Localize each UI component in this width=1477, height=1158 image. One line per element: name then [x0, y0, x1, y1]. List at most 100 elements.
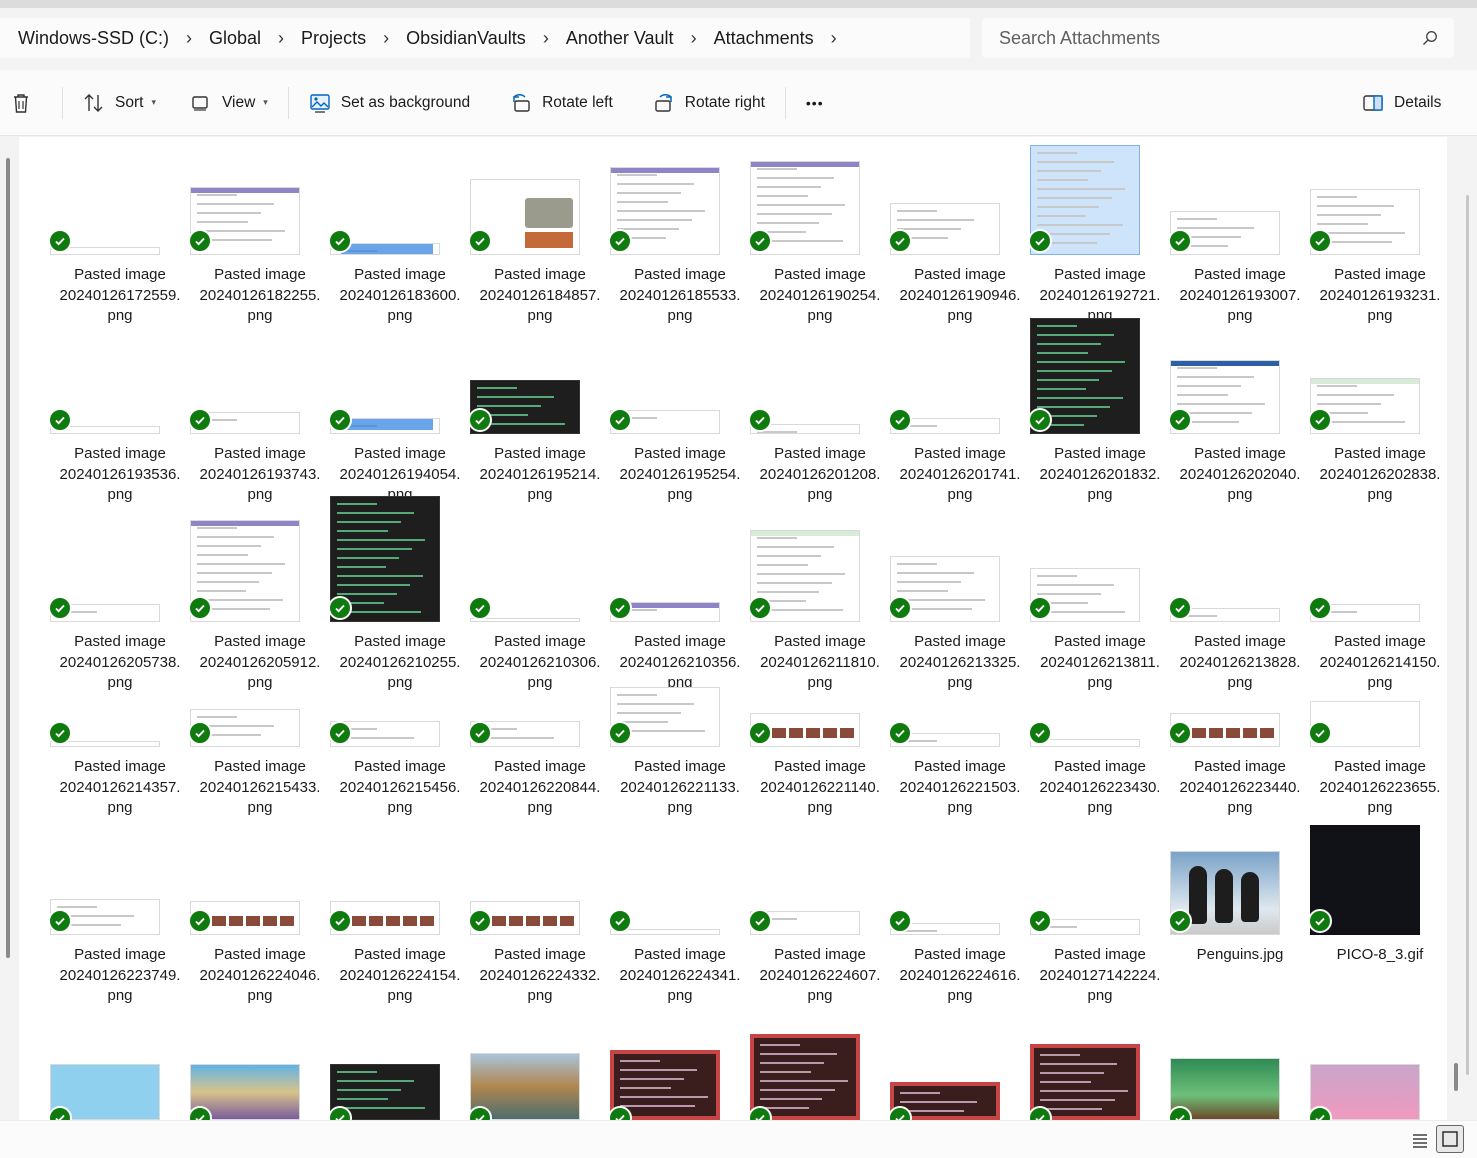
thumbnail-text-line: [617, 183, 694, 185]
thumbnail-penguin: [1215, 869, 1233, 923]
file-grid: Pasted image 20240126172559. png Pasted ima…: [19, 137, 1447, 1120]
sync-status-icon: [328, 596, 352, 620]
file-name-line: png: [1367, 799, 1393, 816]
chevron-down-icon: ▾: [151, 97, 156, 107]
sync-status-icon: [48, 408, 72, 432]
rotate-left-button[interactable]: Rotate left: [498, 83, 625, 123]
rotate-right-button[interactable]: Rotate right: [641, 83, 777, 123]
chevron-right-icon[interactable]: ›: [674, 28, 714, 49]
thumbnail-text-line: [337, 548, 412, 550]
thumbnail-text-line: [1040, 1099, 1115, 1101]
thumbnail-text-line: [477, 387, 517, 389]
chevron-right-icon[interactable]: ›: [261, 28, 301, 49]
thumbnail-text-line: [1040, 1054, 1080, 1056]
chevron-right-icon[interactable]: ›: [169, 28, 209, 49]
thumbnail-text-line: [1037, 325, 1077, 327]
thumbnail-text-line: [197, 212, 261, 214]
thumbnail-text-line: [1317, 403, 1381, 405]
thumbnail-mini-image: [772, 728, 786, 738]
thumbnail-text-line: [337, 584, 410, 586]
thumbnail-text-line: [1317, 214, 1381, 216]
thumbnail-text-line: [897, 572, 974, 574]
thumbnail-text-line: [337, 575, 423, 577]
chevron-right-icon[interactable]: ›: [814, 28, 854, 49]
rotate-right-label: Rotate right: [684, 93, 765, 111]
thumbnail-text-line: [760, 1071, 811, 1073]
thumbnail-text-line: [477, 405, 541, 407]
file-name: Pasted image 20240126202838. png: [1292, 444, 1447, 506]
vertical-scrollbar-track[interactable]: [1466, 195, 1469, 1075]
thumbnail-mini-image: [420, 916, 434, 926]
thumbnail-text-line: [337, 1107, 425, 1109]
thumbnail-text-line: [1037, 352, 1088, 354]
thumbnail-titlebar: [611, 168, 719, 173]
delete-button[interactable]: [0, 83, 54, 123]
search-input[interactable]: [999, 27, 1399, 49]
sync-status-icon: [48, 909, 72, 933]
sync-status-icon: [748, 596, 772, 620]
thumbnail-text-line: [197, 572, 272, 574]
search-box[interactable]: [982, 18, 1454, 58]
sync-status-icon: [1308, 229, 1332, 253]
breadcrumb-obsidianvaults[interactable]: ObsidianVaults: [406, 28, 526, 49]
thumbnail-text-line: [197, 545, 261, 547]
sort-button[interactable]: Sort ▾: [71, 83, 168, 123]
command-bar: Sort ▾ View ▾ Set as background Rotate l…: [0, 70, 1477, 136]
file-name: Pasted image 20240126193231. png: [1292, 265, 1447, 327]
sync-status-icon: [328, 408, 352, 432]
thumbnail-text-line: [620, 1105, 695, 1107]
sync-status-icon: [48, 721, 72, 745]
address-bar-region: Windows-SSD (C:) › Global › Projects › O…: [0, 0, 1477, 70]
thumbnail-text-line: [1317, 205, 1394, 207]
thumbnail-mini-image: [369, 916, 383, 926]
file-thumbnail: [470, 618, 580, 622]
breadcrumb-projects[interactable]: Projects: [301, 28, 366, 49]
chevron-right-icon[interactable]: ›: [366, 28, 406, 49]
thumbnail-text-line: [1177, 394, 1228, 396]
chevron-right-icon[interactable]: ›: [526, 28, 566, 49]
large-icons-view-button[interactable]: [1436, 1125, 1464, 1153]
thumbnail-text-line: [1317, 223, 1368, 225]
file-name-line: 20240126223655.: [1319, 778, 1441, 796]
thumbnail-highlight: [341, 244, 433, 254]
thumbnail-text-line: [617, 210, 705, 212]
breadcrumb-global[interactable]: Global: [209, 28, 261, 49]
sync-status-icon: [1308, 909, 1332, 933]
breadcrumb-drive[interactable]: Windows-SSD (C:): [18, 28, 169, 49]
details-view-icon[interactable]: [1410, 1130, 1430, 1150]
file-name-line: 20240126214150.: [1319, 653, 1441, 671]
thumbnail-text-line: [757, 537, 797, 539]
sync-status-icon: [1308, 408, 1332, 432]
sync-status-icon: [1168, 408, 1192, 432]
sync-status-icon: [1028, 909, 1052, 933]
breadcrumb-attachments[interactable]: Attachments: [714, 28, 814, 49]
details-button[interactable]: Details: [1350, 83, 1453, 123]
thumbnail-text-line: [617, 228, 679, 230]
thumbnail-text-line: [617, 201, 668, 203]
thumbnail-text-line: [897, 581, 961, 583]
rotate-left-label: Rotate left: [542, 93, 613, 111]
sync-status-icon: [1168, 596, 1192, 620]
thumbnail-text-line: [1177, 403, 1265, 405]
thumbnail-text-line: [757, 591, 819, 593]
thumbnail-text-line: [337, 503, 377, 505]
breadcrumb[interactable]: Windows-SSD (C:) › Global › Projects › O…: [0, 18, 970, 58]
thumbnail-text-line: [900, 1101, 977, 1103]
thumbnail-titlebar: [751, 531, 859, 536]
thumbnail-mini-image: [806, 728, 820, 738]
thumbnail-text-line: [197, 716, 237, 718]
more-options-button[interactable]: •••: [794, 83, 836, 123]
view-button[interactable]: View ▾: [178, 83, 280, 123]
search-icon[interactable]: [1422, 30, 1438, 46]
set-as-background-button[interactable]: Set as background: [297, 83, 482, 123]
breadcrumb-another-vault[interactable]: Another Vault: [566, 28, 674, 49]
thumbnail-text-line: [337, 557, 399, 559]
thumbnail-text-line: [757, 573, 845, 575]
sync-status-icon: [888, 229, 912, 253]
thumbnail-penguin: [1241, 872, 1259, 922]
wallpaper-icon: [310, 93, 330, 113]
thumbnail-mini-image: [492, 916, 506, 926]
vertical-scrollbar-thumb[interactable]: [1454, 1063, 1458, 1091]
thumbnail-text-line: [197, 554, 248, 556]
file-grid-area[interactable]: Pasted image 20240126172559. png Pasted ima…: [19, 137, 1447, 1120]
